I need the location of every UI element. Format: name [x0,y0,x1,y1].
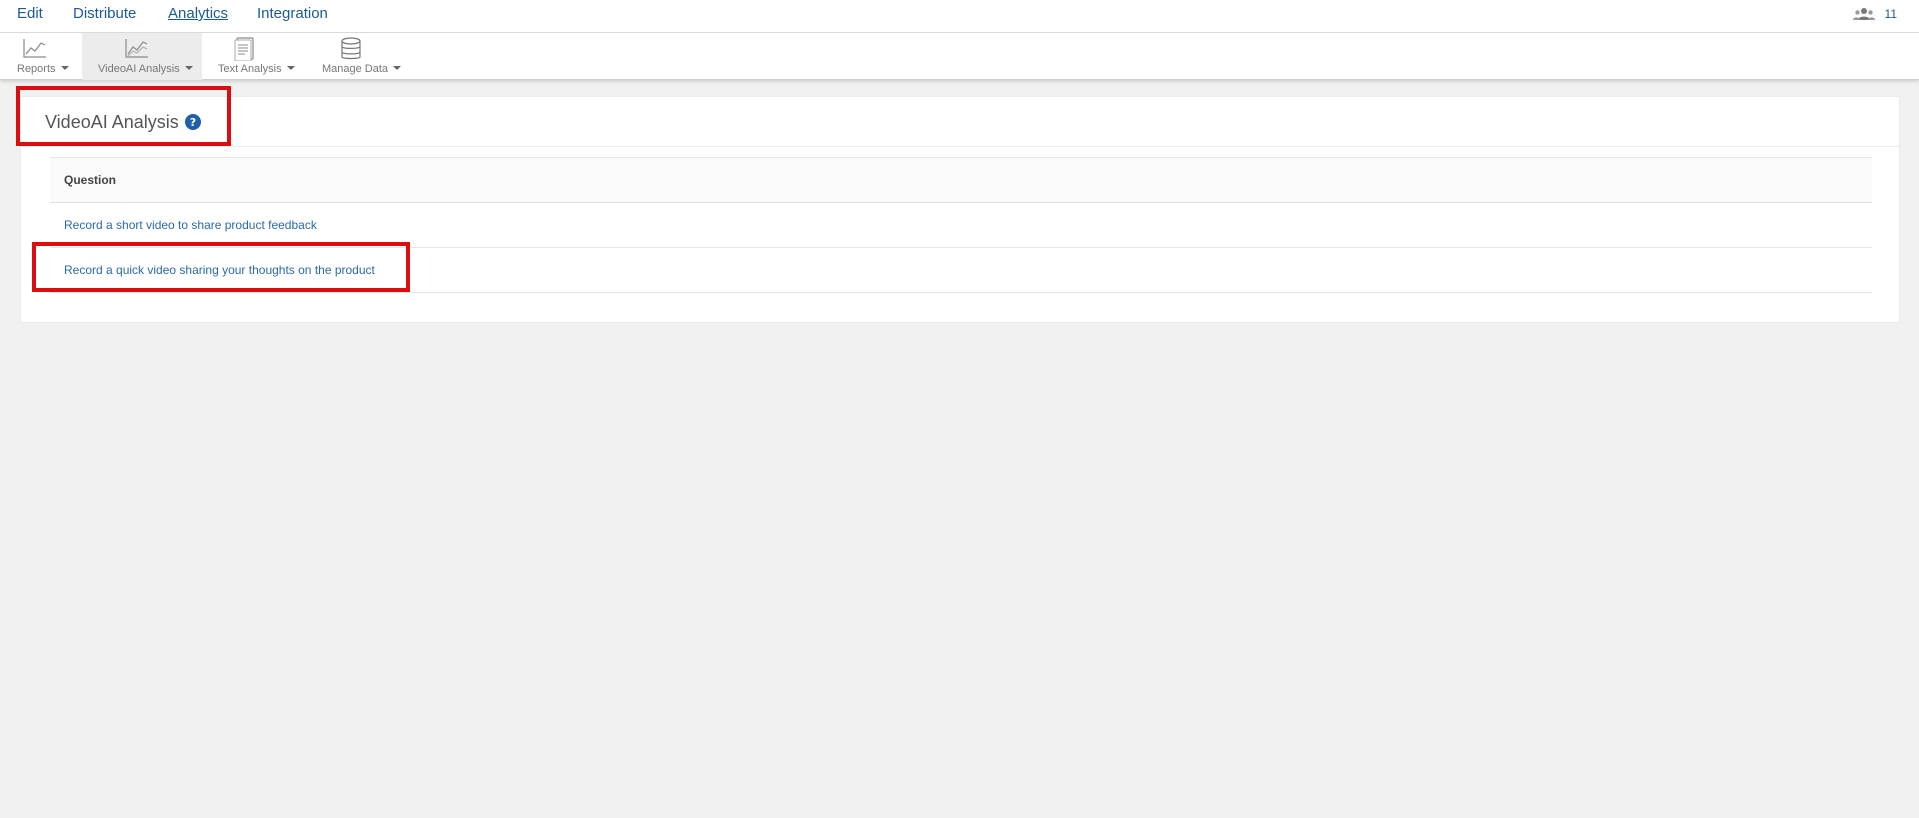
nav-integration[interactable]: Integration [257,5,328,23]
table-header: Question [50,157,1872,203]
svg-text:?: ? [190,116,196,129]
chevron-down-icon [60,66,69,70]
column-header-question: Question [64,173,117,187]
panel-header: VideoAI Analysis ? [21,97,1899,147]
line-chart-icon [23,39,46,58]
page-title: VideoAI Analysis [45,112,179,132]
toolbar-manage-data-label: Manage Data [322,63,389,75]
video-analysis-chart-icon [125,39,148,58]
toolbar-text-analysis-label: Text Analysis [218,63,282,75]
toolbar-text-analysis[interactable]: Text Analysis [210,33,300,80]
questions-table: Question Record a short video to share p… [50,157,1872,293]
database-icon [341,37,361,60]
nav-edit[interactable]: Edit [17,5,43,23]
users-indicator[interactable]: 11 [1852,7,1897,21]
top-navigation: Edit Distribute Analytics Integration 11 [0,0,1919,33]
toolbar-videoai-analysis[interactable]: VideoAI Analysis [82,33,202,80]
toolbar-manage-data[interactable]: Manage Data [315,33,405,80]
chevron-down-icon [393,66,402,70]
users-icon [1852,8,1875,20]
question-link[interactable]: Record a short video to share product fe… [64,218,317,232]
toolbar-reports-label: Reports [17,63,56,75]
text-document-icon [234,37,254,61]
table-row[interactable]: Record a short video to share product fe… [50,203,1872,248]
user-count: 11 [1884,7,1897,21]
table-row[interactable]: Record a quick video sharing your though… [50,248,1872,293]
help-icon[interactable]: ? [185,114,201,130]
analytics-toolbar: Reports VideoAI Analysis Text Analysis M… [0,33,1919,80]
question-link[interactable]: Record a quick video sharing your though… [64,263,375,277]
toolbar-videoai-label: VideoAI Analysis [98,63,180,75]
nav-distribute[interactable]: Distribute [73,5,136,23]
videoai-analysis-panel: VideoAI Analysis ? Question Record a sho… [20,96,1900,323]
chevron-down-icon [286,66,295,70]
chevron-down-icon [184,66,193,70]
toolbar-reports[interactable]: Reports [10,33,74,80]
nav-analytics[interactable]: Analytics [168,5,228,23]
